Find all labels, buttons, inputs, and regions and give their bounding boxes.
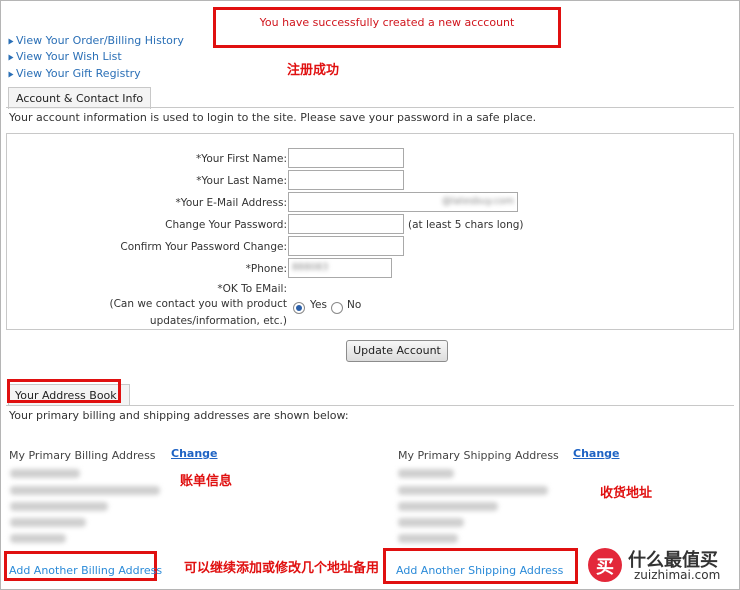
bullet-arrow-icon	[8, 54, 14, 60]
shipping-address-line	[398, 502, 498, 511]
watermark-logo-char: 买	[596, 557, 614, 578]
billing-address-label: My Primary Billing Address	[9, 449, 156, 462]
ok-to-email-label: *OK To EMail:	[217, 283, 287, 295]
address-book-highlight-box	[7, 379, 121, 403]
change-billing-link[interactable]: Change	[171, 447, 218, 460]
section-divider	[6, 405, 734, 406]
email-label: *Your E-Mail Address:	[175, 197, 287, 209]
contact-question-line2: updates/information, etc.)	[149, 315, 287, 327]
first-name-label: *Your First Name:	[196, 153, 287, 165]
watermark-domain-text: zuizhimai.com	[634, 568, 721, 582]
watermark-logo-icon: 买	[588, 548, 622, 582]
billing-address-line	[10, 469, 80, 478]
last-name-input[interactable]	[288, 170, 404, 190]
billing-address-line	[10, 486, 160, 495]
billing-address-line	[10, 518, 86, 527]
bullet-arrow-icon	[8, 71, 14, 77]
add-billing-address-link[interactable]: Add Another Billing Address	[9, 564, 162, 577]
change-shipping-link[interactable]: Change	[573, 447, 620, 460]
confirm-password-input[interactable]	[288, 236, 404, 256]
change-password-input[interactable]	[288, 214, 404, 234]
radio-no[interactable]	[331, 302, 343, 314]
change-password-label: Change Your Password:	[165, 219, 287, 231]
update-account-button[interactable]: Update Account	[346, 340, 448, 362]
shipping-address-line	[398, 534, 458, 543]
address-description: Your primary billing and shipping addres…	[9, 409, 349, 422]
password-hint: (at least 5 chars long)	[408, 219, 524, 231]
first-name-input[interactable]	[288, 148, 404, 168]
shipping-address-line	[398, 486, 548, 495]
shipping-address-line	[398, 518, 464, 527]
link-gift-registry[interactable]: View Your Gift Registry	[8, 67, 141, 80]
annotation-billing-info: 账单信息	[180, 474, 233, 489]
email-input[interactable]: @latesbuy.com	[288, 192, 518, 212]
success-message: You have successfully created a new accc…	[259, 16, 515, 29]
confirm-password-label: Confirm Your Password Change:	[120, 241, 287, 253]
radio-yes[interactable]	[293, 302, 305, 314]
shipping-address-line	[398, 469, 454, 478]
link-wish-list[interactable]: View Your Wish List	[8, 50, 122, 63]
phone-input[interactable]: 888083	[288, 258, 392, 278]
billing-address-line	[10, 534, 66, 543]
radio-yes-label: Yes	[310, 299, 327, 311]
add-shipping-address-link[interactable]: Add Another Shipping Address	[396, 564, 563, 577]
last-name-label: *Your Last Name:	[196, 175, 287, 187]
tab-account-contact-info[interactable]: Account & Contact Info	[8, 87, 152, 109]
annotation-add-or-modify: 可以继续添加或修改几个地址备用	[184, 561, 380, 576]
link-order-history[interactable]: View Your Order/Billing History	[8, 34, 184, 47]
shipping-address-label: My Primary Shipping Address	[398, 449, 559, 462]
radio-no-label: No	[347, 299, 362, 311]
section-divider	[6, 107, 734, 108]
bullet-arrow-icon	[8, 38, 14, 44]
annotation-shipping-address: 收货地址	[600, 486, 653, 501]
account-description: Your account information is used to logi…	[9, 111, 537, 124]
phone-label: *Phone:	[245, 263, 287, 275]
contact-question-line1: (Can we contact you with product	[109, 298, 287, 310]
annotation-register-success: 注册成功	[287, 63, 340, 78]
billing-address-line	[10, 502, 108, 511]
